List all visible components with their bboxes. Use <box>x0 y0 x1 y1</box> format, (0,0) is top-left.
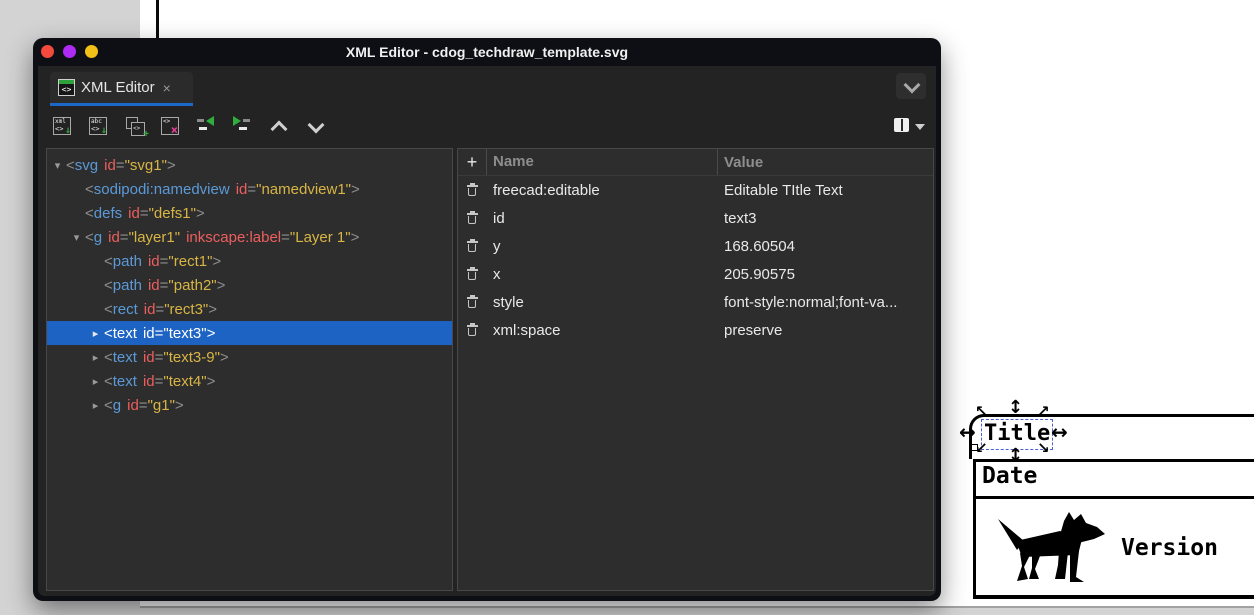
attribute-value[interactable]: preserve <box>718 322 933 339</box>
attribute-value[interactable]: 168.60504 <box>718 238 933 255</box>
titlebar[interactable]: XML Editor - cdog_techdraw_template.svg <box>33 38 941 66</box>
name-column-header: Name <box>487 149 718 175</box>
rotate-top-right-handle-icon[interactable]: ↗ <box>1037 404 1050 419</box>
delete-node-button[interactable]: <> × <box>161 116 182 137</box>
tree-row-svg1[interactable]: ▾ < svg id = "svg1" > <box>47 153 452 177</box>
attribute-row[interactable]: xml:space preserve <box>458 316 933 344</box>
attribute-name[interactable]: id <box>487 210 718 227</box>
attribute-row[interactable]: style font-style:normal;font-va... <box>458 288 933 316</box>
trash-icon <box>467 267 478 281</box>
template-version-text[interactable]: Version <box>1121 535 1218 561</box>
trash-icon <box>467 323 478 337</box>
trash-icon <box>467 239 478 253</box>
indent-node-button[interactable] <box>233 115 254 137</box>
scale-top-handle-icon[interactable]: ↕ <box>1008 399 1023 417</box>
tree-row-text3-selected[interactable]: ▸ < text id = "text3" > <box>47 321 452 345</box>
attribute-row[interactable]: freecad:editable Editable TItle Text <box>458 176 933 204</box>
attribute-name[interactable]: x <box>487 266 718 283</box>
scale-left-handle-icon[interactable]: ↔ <box>959 422 976 442</box>
tree-row-text4[interactable]: ▸ < text id = "text4" > <box>47 369 452 393</box>
attribute-name[interactable]: style <box>487 294 718 311</box>
delete-attribute-button[interactable] <box>458 183 487 197</box>
attribute-row[interactable]: y 168.60504 <box>458 232 933 260</box>
chevron-down-icon <box>307 116 325 134</box>
dropdown-arrow-icon <box>915 124 925 130</box>
caret-collapsed-icon[interactable]: ▸ <box>87 327 104 340</box>
move-node-down-button[interactable] <box>306 116 328 136</box>
value-column-header: Value <box>724 153 764 171</box>
xml-editor-window: XML Editor - cdog_techdraw_template.svg … <box>33 38 941 601</box>
editor-panels: ▾ < svg id = "svg1" > < sodipodi:namedview id = "… <box>46 148 934 591</box>
attribute-value[interactable]: 205.90575 <box>718 266 933 283</box>
columns-icon <box>894 118 909 132</box>
attribute-row[interactable]: id text3 <box>458 204 933 232</box>
xml-tree-panel[interactable]: ▾ < svg id = "svg1" > < sodipodi:namedview id = "… <box>46 148 453 591</box>
tree-row-layer1[interactable]: ▾ < g id = "layer1" inkscape:label = "Layer 1" > <box>47 225 452 249</box>
scale-bottom-handle-icon[interactable]: ↕ <box>1008 447 1023 465</box>
unindent-node-button[interactable] <box>197 115 218 137</box>
scale-right-handle-icon[interactable]: ↔ <box>1051 422 1068 442</box>
window-title: XML Editor - cdog_techdraw_template.svg <box>345 44 629 60</box>
tree-row-namedview1[interactable]: < sodipodi:namedview id = "namedview1" > <box>47 177 452 201</box>
xml-editor-icon <box>58 79 75 96</box>
caret-expanded-icon[interactable]: ▾ <box>68 231 85 244</box>
attributes-panel: + Name Value freecad:editable Editable T… <box>457 148 934 591</box>
delete-attribute-button[interactable] <box>458 211 487 225</box>
delete-attribute-button[interactable] <box>458 239 487 253</box>
attribute-value[interactable]: font-style:normal;font-va... <box>718 294 933 311</box>
trash-icon <box>467 211 478 225</box>
tab-overflow-button[interactable] <box>896 73 926 99</box>
trash-icon <box>467 183 478 197</box>
delete-attribute-button[interactable] <box>458 323 487 337</box>
tree-row-path2[interactable]: < path id = "path2" > <box>47 273 452 297</box>
attribute-name[interactable]: xml:space <box>487 322 718 339</box>
new-element-node-button[interactable]: xml <> ↓ <box>53 116 74 137</box>
caret-collapsed-icon[interactable]: ▸ <box>87 351 104 364</box>
window-content: XML Editor × xml<>↓ abc<>↓ + <>× <box>38 66 936 596</box>
tree-row-g1[interactable]: ▸ < g id = "g1" > <box>47 393 452 417</box>
xml-toolbar: xml<>↓ abc<>↓ + <>× <box>38 106 936 146</box>
tree-row-text3-9[interactable]: ▸ < text id = "text3-9" > <box>47 345 452 369</box>
attribute-value[interactable]: text3 <box>718 210 933 227</box>
attribute-name[interactable]: freecad:editable <box>487 182 718 199</box>
tab-label: XML Editor <box>81 79 155 96</box>
dog-silhouette <box>998 512 1105 582</box>
tab-xml-editor[interactable]: XML Editor × <box>50 72 193 106</box>
new-text-node-button[interactable]: abc <> ↓ <box>89 116 110 137</box>
selection-anchor-handle[interactable] <box>971 444 978 451</box>
attribute-row[interactable]: x 205.90575 <box>458 260 933 288</box>
trash-icon <box>467 295 478 309</box>
attributes-header: + Name Value <box>458 149 933 176</box>
chevron-up-icon <box>270 120 288 138</box>
duplicate-node-button[interactable]: + <box>125 116 149 140</box>
delete-attribute-button[interactable] <box>458 295 487 309</box>
caret-expanded-icon[interactable]: ▾ <box>49 159 66 172</box>
rotate-bottom-right-handle-icon[interactable]: ↘ <box>1037 441 1050 456</box>
attribute-name[interactable]: y <box>487 238 718 255</box>
columns-menu-button[interactable] <box>894 116 928 136</box>
caret-collapsed-icon[interactable]: ▸ <box>87 375 104 388</box>
delete-attribute-button[interactable] <box>458 267 487 281</box>
tree-row-rect3[interactable]: < rect id = "rect3" > <box>47 297 452 321</box>
tree-row-rect1[interactable]: < path id = "rect1" > <box>47 249 452 273</box>
tab-bar: XML Editor × <box>38 66 936 106</box>
tree-row-defs1[interactable]: < defs id = "defs1" > <box>47 201 452 225</box>
tab-close-icon[interactable]: × <box>163 80 171 96</box>
chevron-down-icon <box>903 76 921 94</box>
desktop: { "window": { "title": "XML Editor - cdo… <box>0 0 1254 615</box>
caret-collapsed-icon[interactable]: ▸ <box>87 399 104 412</box>
add-attribute-button[interactable]: + <box>458 149 487 175</box>
move-node-up-button[interactable] <box>269 116 291 138</box>
rotate-top-left-handle-icon[interactable]: ↖ <box>975 404 988 419</box>
template-date-text[interactable]: Date <box>982 463 1037 489</box>
attribute-value[interactable]: Editable TItle Text <box>718 182 933 199</box>
template-frame-left-border <box>156 0 159 38</box>
